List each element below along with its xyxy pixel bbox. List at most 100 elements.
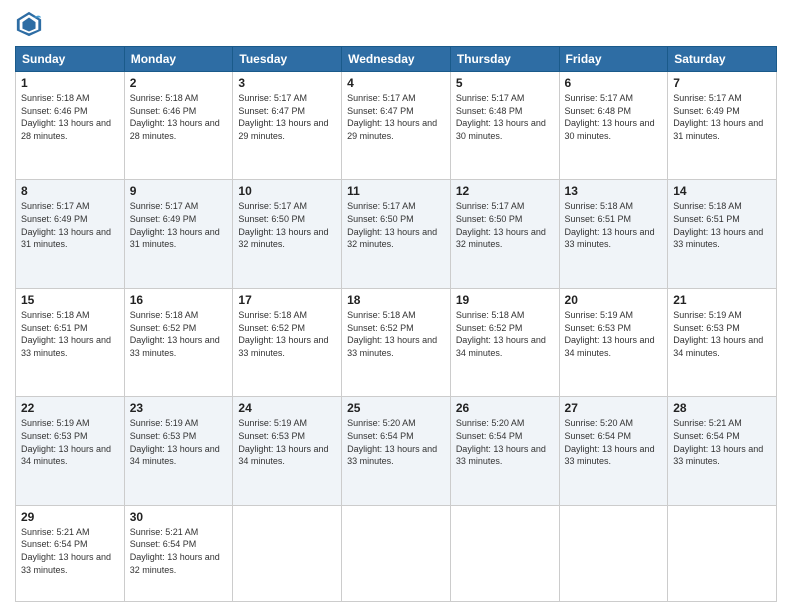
day-number: 25 [347,401,445,415]
calendar-cell: 6 Sunrise: 5:17 AMSunset: 6:48 PMDaylight… [559,72,668,180]
calendar-cell [668,505,777,601]
page: SundayMondayTuesdayWednesdayThursdayFrid… [0,0,792,612]
day-number: 4 [347,76,445,90]
col-header-tuesday: Tuesday [233,47,342,72]
day-info: Sunrise: 5:17 AMSunset: 6:47 PMDaylight:… [238,92,336,142]
day-number: 9 [130,184,228,198]
day-number: 5 [456,76,554,90]
col-header-wednesday: Wednesday [342,47,451,72]
calendar-cell [342,505,451,601]
day-info: Sunrise: 5:18 AMSunset: 6:51 PMDaylight:… [565,200,663,250]
day-number: 1 [21,76,119,90]
calendar-cell [559,505,668,601]
calendar-cell: 25 Sunrise: 5:20 AMSunset: 6:54 PMDayligh… [342,397,451,505]
calendar-cell: 26 Sunrise: 5:20 AMSunset: 6:54 PMDayligh… [450,397,559,505]
day-info: Sunrise: 5:19 AMSunset: 6:53 PMDaylight:… [130,417,228,467]
day-number: 19 [456,293,554,307]
col-header-saturday: Saturday [668,47,777,72]
day-info: Sunrise: 5:17 AMSunset: 6:49 PMDaylight:… [21,200,119,250]
calendar-cell: 29 Sunrise: 5:21 AMSunset: 6:54 PMDayligh… [16,505,125,601]
day-info: Sunrise: 5:17 AMSunset: 6:48 PMDaylight:… [456,92,554,142]
day-number: 14 [673,184,771,198]
calendar-cell: 20 Sunrise: 5:19 AMSunset: 6:53 PMDayligh… [559,288,668,396]
day-info: Sunrise: 5:19 AMSunset: 6:53 PMDaylight:… [238,417,336,467]
calendar-cell: 22 Sunrise: 5:19 AMSunset: 6:53 PMDayligh… [16,397,125,505]
day-number: 17 [238,293,336,307]
calendar-cell: 11 Sunrise: 5:17 AMSunset: 6:50 PMDayligh… [342,180,451,288]
day-info: Sunrise: 5:18 AMSunset: 6:51 PMDaylight:… [673,200,771,250]
col-header-thursday: Thursday [450,47,559,72]
day-number: 21 [673,293,771,307]
day-info: Sunrise: 5:21 AMSunset: 6:54 PMDaylight:… [673,417,771,467]
calendar-cell: 19 Sunrise: 5:18 AMSunset: 6:52 PMDayligh… [450,288,559,396]
day-info: Sunrise: 5:18 AMSunset: 6:52 PMDaylight:… [347,309,445,359]
day-number: 23 [130,401,228,415]
day-number: 26 [456,401,554,415]
calendar-cell: 23 Sunrise: 5:19 AMSunset: 6:53 PMDayligh… [124,397,233,505]
calendar-cell: 9 Sunrise: 5:17 AMSunset: 6:49 PMDaylight… [124,180,233,288]
calendar-cell: 4 Sunrise: 5:17 AMSunset: 6:47 PMDaylight… [342,72,451,180]
header [15,10,777,38]
day-number: 3 [238,76,336,90]
calendar-cell: 2 Sunrise: 5:18 AMSunset: 6:46 PMDaylight… [124,72,233,180]
day-info: Sunrise: 5:17 AMSunset: 6:50 PMDaylight:… [238,200,336,250]
logo-icon [15,10,43,38]
day-info: Sunrise: 5:17 AMSunset: 6:49 PMDaylight:… [130,200,228,250]
calendar-cell: 16Sunrise: 5:18 AMSunset: 6:52 PMDayligh… [124,288,233,396]
day-info: Sunrise: 5:19 AMSunset: 6:53 PMDaylight:… [21,417,119,467]
calendar-cell: 24Sunrise: 5:19 AMSunset: 6:53 PMDayligh… [233,397,342,505]
calendar-cell: 18 Sunrise: 5:18 AMSunset: 6:52 PMDayligh… [342,288,451,396]
day-number: 22 [21,401,119,415]
calendar-cell [450,505,559,601]
calendar-cell: 17 Sunrise: 5:18 AMSunset: 6:52 PMDayligh… [233,288,342,396]
day-number: 27 [565,401,663,415]
calendar-cell: 7 Sunrise: 5:17 AMSunset: 6:49 PMDaylight… [668,72,777,180]
day-number: 7 [673,76,771,90]
calendar-cell: 13 Sunrise: 5:18 AMSunset: 6:51 PMDayligh… [559,180,668,288]
day-number: 10 [238,184,336,198]
day-info: Sunrise: 5:18 AMSunset: 6:52 PMDaylight:… [238,309,336,359]
calendar-cell: 5 Sunrise: 5:17 AMSunset: 6:48 PMDaylight… [450,72,559,180]
day-info: Sunrise: 5:17 AMSunset: 6:48 PMDaylight:… [565,92,663,142]
day-number: 13 [565,184,663,198]
day-number: 11 [347,184,445,198]
calendar-cell: 3 Sunrise: 5:17 AMSunset: 6:47 PMDaylight… [233,72,342,180]
col-header-friday: Friday [559,47,668,72]
day-number: 30 [130,510,228,524]
calendar-cell: 30 Sunrise: 5:21 AMSunset: 6:54 PMDayligh… [124,505,233,601]
day-info: Sunrise: 5:19 AMSunset: 6:53 PMDaylight:… [565,309,663,359]
day-info: Sunrise: 5:17 AMSunset: 6:49 PMDaylight:… [673,92,771,142]
calendar-cell: 8 Sunrise: 5:17 AMSunset: 6:49 PMDaylight… [16,180,125,288]
day-info: Sunrise: 5:21 AMSunset: 6:54 PMDaylight:… [21,526,119,576]
day-info: Sunrise: 5:20 AMSunset: 6:54 PMDaylight:… [347,417,445,467]
day-info: Sunrise: 5:17 AMSunset: 6:50 PMDaylight:… [456,200,554,250]
logo [15,10,47,38]
calendar-cell: 14 Sunrise: 5:18 AMSunset: 6:51 PMDayligh… [668,180,777,288]
day-number: 8 [21,184,119,198]
calendar-cell: 15Sunrise: 5:18 AMSunset: 6:51 PMDayligh… [16,288,125,396]
day-number: 18 [347,293,445,307]
day-number: 2 [130,76,228,90]
day-number: 6 [565,76,663,90]
day-number: 28 [673,401,771,415]
calendar-cell: 28 Sunrise: 5:21 AMSunset: 6:54 PMDayligh… [668,397,777,505]
day-info: Sunrise: 5:18 AMSunset: 6:52 PMDaylight:… [456,309,554,359]
calendar-table: SundayMondayTuesdayWednesdayThursdayFrid… [15,46,777,602]
day-info: Sunrise: 5:18 AMSunset: 6:46 PMDaylight:… [21,92,119,142]
day-number: 16 [130,293,228,307]
day-number: 29 [21,510,119,524]
day-info: Sunrise: 5:18 AMSunset: 6:46 PMDaylight:… [130,92,228,142]
day-info: Sunrise: 5:18 AMSunset: 6:51 PMDaylight:… [21,309,119,359]
calendar-cell: 10 Sunrise: 5:17 AMSunset: 6:50 PMDayligh… [233,180,342,288]
day-number: 20 [565,293,663,307]
day-info: Sunrise: 5:20 AMSunset: 6:54 PMDaylight:… [456,417,554,467]
calendar-cell: 12 Sunrise: 5:17 AMSunset: 6:50 PMDayligh… [450,180,559,288]
calendar-cell [233,505,342,601]
day-info: Sunrise: 5:19 AMSunset: 6:53 PMDaylight:… [673,309,771,359]
col-header-sunday: Sunday [16,47,125,72]
day-info: Sunrise: 5:21 AMSunset: 6:54 PMDaylight:… [130,526,228,576]
day-info: Sunrise: 5:17 AMSunset: 6:47 PMDaylight:… [347,92,445,142]
calendar-cell: 21 Sunrise: 5:19 AMSunset: 6:53 PMDayligh… [668,288,777,396]
day-number: 12 [456,184,554,198]
day-info: Sunrise: 5:17 AMSunset: 6:50 PMDaylight:… [347,200,445,250]
